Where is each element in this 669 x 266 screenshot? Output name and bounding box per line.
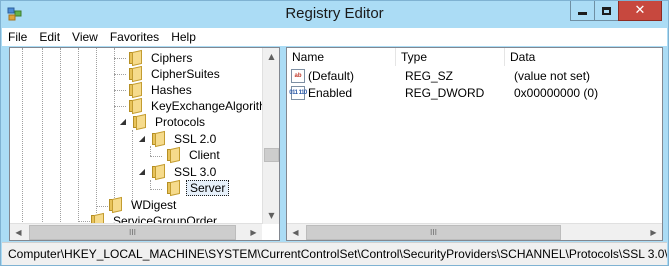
tree-vertical-scrollbar[interactable]: ▲ ▼ [262, 48, 279, 224]
scroll-left-arrow-icon[interactable]: ◀ [287, 224, 304, 241]
caption-buttons: ✕ [570, 1, 662, 22]
folder-icon [108, 196, 124, 214]
tree-node-selected[interactable]: Server [166, 179, 230, 197]
status-bar-path: Computer\HKEY_LOCAL_MACHINE\SYSTEM\Curre… [2, 242, 667, 265]
tree-node[interactable]: KeyExchangeAlgorithms [128, 97, 280, 115]
scroll-up-arrow-icon[interactable]: ▲ [263, 48, 279, 65]
value-data: 0x00000000 (0) [514, 85, 599, 100]
folder-open-icon [151, 130, 167, 148]
scroll-thumb[interactable] [264, 148, 279, 162]
collapse-arrow-icon[interactable]: ◢ [137, 134, 147, 144]
folder-icon [128, 65, 144, 83]
title-bar[interactable]: Registry Editor ✕ [1, 1, 668, 28]
minimize-button[interactable] [570, 1, 595, 21]
column-header-name[interactable]: Name [287, 48, 396, 66]
menu-help[interactable]: Help [171, 30, 196, 44]
value-row[interactable]: 011 110 Enabled REG_DWORD 0x00000000 (0) [287, 84, 649, 101]
maximize-icon [602, 6, 611, 15]
column-header-type[interactable]: Type [396, 48, 505, 66]
collapse-arrow-icon[interactable]: ◢ [137, 167, 147, 177]
scroll-right-arrow-icon[interactable]: ▶ [645, 224, 662, 241]
tree-node-label: Protocols [155, 115, 206, 129]
menu-bar: File Edit View Favorites Help [2, 28, 667, 46]
tree-node[interactable]: WDigest [108, 196, 179, 214]
value-name: Enabled [308, 85, 353, 100]
tree-node-label: KeyExchangeAlgorithms [151, 99, 280, 113]
folder-icon [128, 49, 144, 67]
binary-value-icon: 011 110 [289, 85, 307, 100]
menu-view[interactable]: View [72, 30, 98, 44]
scroll-thumb[interactable]: III [29, 225, 236, 240]
maximize-button[interactable] [594, 1, 619, 21]
value-data: (value not set) [514, 68, 591, 83]
scroll-thumb-grip: III [128, 228, 137, 237]
tree-node-label: Client [189, 148, 220, 162]
menu-file[interactable]: File [8, 30, 27, 44]
value-name: (Default) [308, 68, 355, 83]
menu-edit[interactable]: Edit [39, 30, 60, 44]
scroll-right-arrow-icon[interactable]: ▶ [245, 224, 262, 241]
tree-node-label: Hashes [151, 83, 192, 97]
folder-open-icon [132, 113, 148, 131]
tree-node-label: Ciphers [151, 51, 193, 65]
scroll-down-arrow-icon[interactable]: ▼ [263, 207, 279, 224]
tree-node[interactable]: Client [166, 146, 223, 164]
close-button[interactable]: ✕ [618, 1, 662, 21]
folder-icon [166, 179, 182, 197]
tree-node[interactable]: ◢ Protocols [118, 113, 208, 131]
tree-node-label: Server [186, 180, 230, 196]
tree-node[interactable]: ◢ SSL 2.0 [137, 130, 219, 148]
tree-node[interactable]: Hashes [128, 81, 195, 99]
tree-node-label: SSL 2.0 [174, 132, 217, 146]
tree-node[interactable]: Ciphers [128, 49, 195, 67]
list-header: Name Type Data [287, 48, 647, 66]
string-value-icon: ab [291, 68, 305, 83]
folder-icon [128, 97, 144, 115]
menu-favorites[interactable]: Favorites [110, 30, 159, 44]
value-type: REG_SZ [405, 68, 454, 83]
key-tree-pane[interactable]: Ciphers CipherSuites Hashes KeyExchangeA… [9, 47, 280, 241]
minimize-icon [578, 12, 587, 15]
scroll-thumb[interactable]: III [306, 225, 561, 240]
tree-node-label: SSL 3.0 [174, 165, 217, 179]
collapse-arrow-icon[interactable]: ◢ [118, 117, 128, 127]
value-type: REG_DWORD [405, 85, 485, 100]
value-list-pane[interactable]: Name Type Data ab (Default) REG_SZ (valu… [286, 47, 663, 241]
tree-node-label: WDigest [131, 198, 177, 212]
folder-open-icon [151, 163, 167, 181]
scroll-thumb-grip: III [429, 228, 438, 237]
close-icon: ✕ [634, 3, 646, 18]
window-title: Registry Editor [285, 5, 384, 22]
scroll-left-arrow-icon[interactable]: ◀ [10, 224, 27, 241]
tree-node[interactable]: CipherSuites [128, 65, 223, 83]
value-row[interactable]: ab (Default) REG_SZ (value not set) [287, 67, 649, 84]
tree-node-label: CipherSuites [151, 67, 220, 81]
list-horizontal-scrollbar[interactable]: ◀ III ▶ [287, 223, 662, 240]
folder-icon [166, 146, 182, 164]
tree-horizontal-scrollbar[interactable]: ◀ III ▶ [10, 223, 262, 240]
folder-icon [128, 81, 144, 99]
column-header-data[interactable]: Data [505, 48, 647, 66]
tree-node[interactable]: ◢ SSL 3.0 [137, 163, 219, 181]
registry-editor-window: Registry Editor ✕ File Edit View Favorit… [0, 0, 669, 266]
